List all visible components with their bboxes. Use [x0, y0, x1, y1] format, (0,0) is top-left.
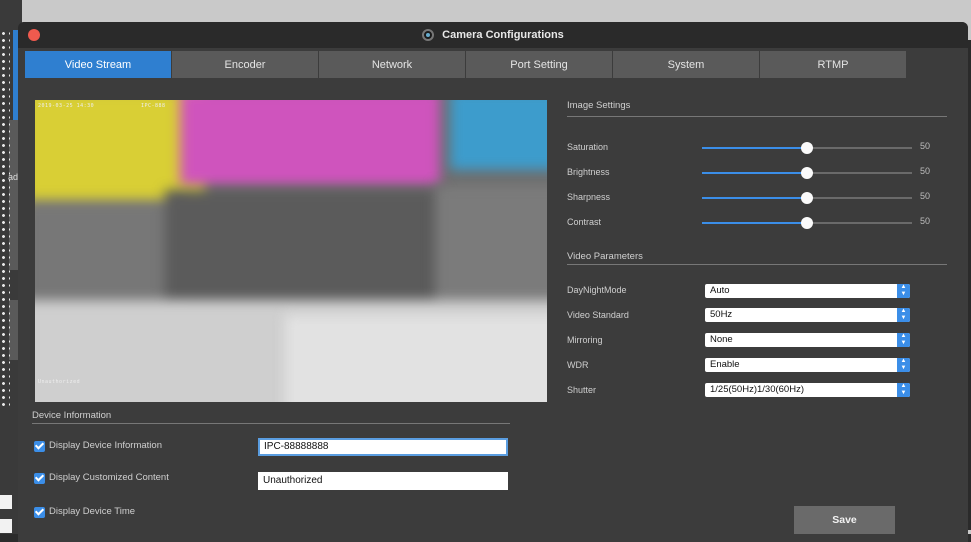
shutter-label: Shutter — [567, 385, 597, 395]
video-preview: 2019-03-25 14:30 IPC-888 Unauthorized — [35, 100, 547, 402]
saturation-slider[interactable] — [702, 142, 912, 154]
contrast-slider[interactable] — [702, 217, 912, 229]
slider-fill — [702, 222, 807, 224]
saturation-label: Saturation — [567, 142, 609, 152]
section-divider — [32, 423, 510, 424]
chevron-updown-icon: ▲ ▼ — [897, 284, 910, 298]
chevron-updown-icon: ▲ ▼ — [897, 358, 910, 372]
slider-knob[interactable] — [801, 142, 813, 154]
tab-port-setting[interactable]: Port Setting — [466, 51, 613, 78]
chevron-updown-icon: ▲ ▼ — [897, 383, 910, 397]
shutter-select[interactable]: 1/25(50Hz)1/30(60Hz) ▲ ▼ — [705, 383, 910, 397]
tab-bar: Video Stream Encoder Network Port Settin… — [25, 51, 907, 78]
chevron-updown-icon: ▲ ▼ — [897, 333, 910, 347]
display-customized-content-checkbox[interactable] — [34, 473, 45, 484]
select-value: None — [710, 334, 733, 345]
contrast-label: Contrast — [567, 217, 602, 227]
daynight-mode-label: DayNightMode — [567, 285, 627, 295]
display-device-time-checkbox[interactable] — [34, 507, 45, 518]
daynight-mode-select[interactable]: Auto ▲ ▼ — [705, 284, 910, 298]
select-value: 50Hz — [710, 309, 733, 320]
wdr-label: WDR — [567, 360, 589, 370]
display-device-info-label: Display Device Information — [49, 440, 162, 451]
display-device-info-checkbox[interactable] — [34, 441, 45, 452]
brightness-slider[interactable] — [702, 167, 912, 179]
display-device-time-label: Display Device Time — [49, 506, 136, 517]
tab-rtmp[interactable]: RTMP — [760, 51, 907, 78]
brightness-label: Brightness — [567, 167, 610, 177]
section-divider — [567, 264, 947, 265]
video-standard-label: Video Standard — [567, 310, 629, 320]
osd-timestamp: 2019-03-25 14:30 — [38, 103, 95, 109]
select-value: 1/25(50Hz)1/30(60Hz) — [710, 384, 804, 395]
title-bar: Camera Configurations — [18, 22, 968, 48]
contrast-value: 50 — [920, 216, 931, 226]
osd-custom-content: Unauthorized — [38, 379, 81, 385]
background-white-box — [0, 495, 12, 509]
video-parameters-title: Video Parameters — [567, 251, 643, 262]
slider-knob[interactable] — [801, 192, 813, 204]
device-info-input[interactable]: IPC-88888888 — [258, 438, 508, 456]
customized-content-input[interactable]: Unauthorized — [258, 472, 508, 490]
slider-fill — [702, 197, 807, 199]
brightness-value: 50 — [920, 166, 931, 176]
sharpness-slider[interactable] — [702, 192, 912, 204]
select-value: Enable — [710, 359, 740, 370]
tab-encoder[interactable]: Encoder — [172, 51, 319, 78]
wdr-select[interactable]: Enable ▲ ▼ — [705, 358, 910, 372]
background-dot-pattern — [0, 30, 10, 410]
camera-icon — [422, 29, 435, 41]
save-button[interactable]: Save — [794, 506, 895, 534]
slider-knob[interactable] — [801, 217, 813, 229]
select-value: Auto — [710, 285, 730, 296]
saturation-value: 50 — [920, 141, 931, 151]
osd-device-name: IPC-888 — [141, 103, 166, 109]
display-customized-content-label: Display Customized Content — [49, 472, 169, 483]
device-information-title: Device Information — [32, 410, 112, 421]
mirroring-select[interactable]: None ▲ ▼ — [705, 333, 910, 347]
video-standard-select[interactable]: 50Hz ▲ ▼ — [705, 308, 910, 322]
sharpness-label: Sharpness — [567, 192, 611, 202]
slider-knob[interactable] — [801, 167, 813, 179]
tab-system[interactable]: System — [613, 51, 760, 78]
tab-video-stream[interactable]: Video Stream — [25, 51, 172, 78]
window-title: Camera Configurations — [442, 29, 564, 41]
image-settings-title: Image Settings — [567, 100, 631, 111]
chevron-updown-icon: ▲ ▼ — [897, 308, 910, 322]
tab-network[interactable]: Network — [319, 51, 466, 78]
background-white-box — [0, 519, 12, 533]
mirroring-label: Mirroring — [567, 335, 603, 345]
sharpness-value: 50 — [920, 191, 931, 201]
section-divider — [567, 116, 947, 117]
slider-fill — [702, 172, 807, 174]
slider-fill — [702, 147, 807, 149]
camera-config-window: Camera Configurations Video Stream Encod… — [18, 22, 968, 542]
